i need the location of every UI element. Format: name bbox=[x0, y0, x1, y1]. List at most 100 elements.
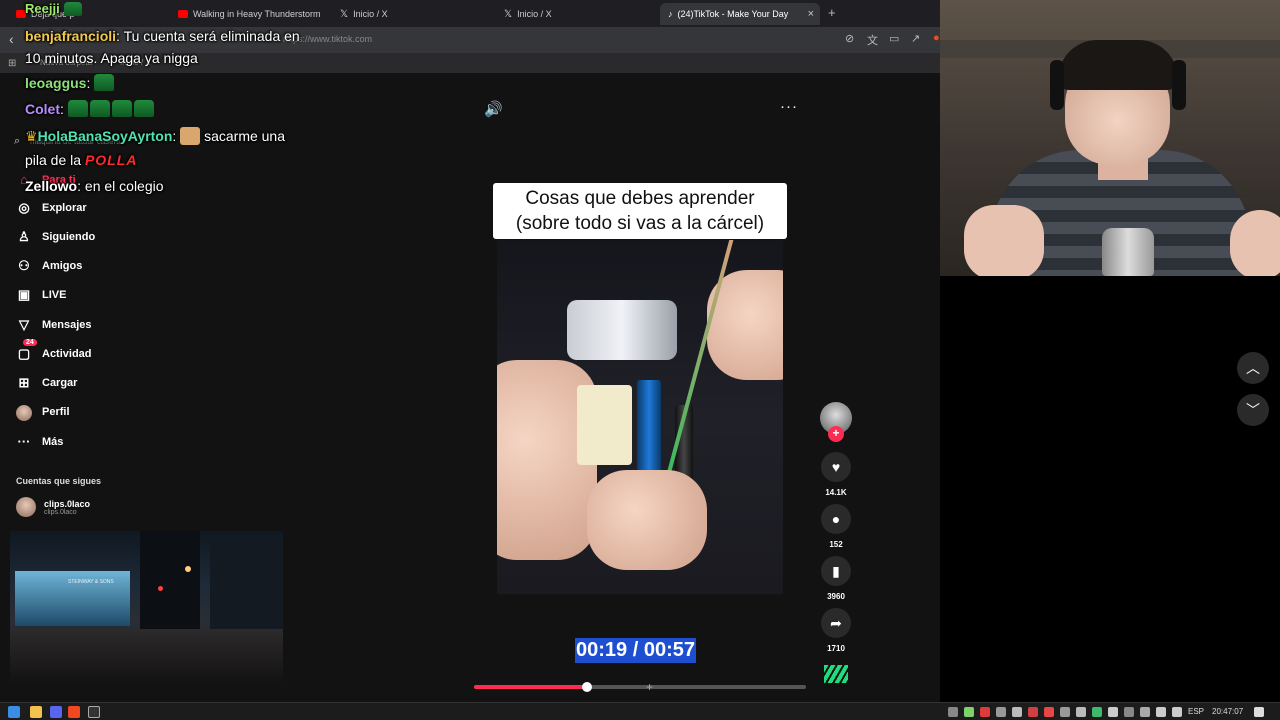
video-progress-bar[interactable] bbox=[474, 682, 806, 692]
x-icon: 𝕏 bbox=[340, 8, 349, 20]
tray-icon[interactable] bbox=[1028, 707, 1038, 717]
headset-icon bbox=[1172, 60, 1186, 110]
video-caption: Cosas que debes aprender (sobre todo si … bbox=[493, 183, 787, 239]
comment-count: 152 bbox=[829, 540, 843, 549]
tab-label: Deja que p bbox=[31, 9, 75, 19]
nav-siguiendo[interactable]: ♙ Siguiendo bbox=[16, 229, 95, 245]
cursor-icon: + bbox=[646, 680, 654, 694]
brave-icon[interactable] bbox=[68, 706, 80, 718]
nav-mas[interactable]: ··· Más bbox=[16, 434, 64, 449]
save-button[interactable]: ▮ 3960 bbox=[819, 556, 853, 601]
spotify-icon[interactable] bbox=[1092, 707, 1102, 717]
discord-icon[interactable] bbox=[50, 706, 62, 718]
traffic-light bbox=[158, 586, 163, 591]
back-arrow-icon[interactable]: ‹ bbox=[9, 31, 14, 47]
new-tab-button[interactable]: + bbox=[828, 5, 836, 20]
nav-explorar[interactable]: ◎ Explorar bbox=[16, 200, 86, 216]
tray-icon[interactable] bbox=[980, 707, 990, 717]
like-button[interactable]: ♥ 14.1K bbox=[819, 452, 853, 497]
nav-amigos[interactable]: ⚇ Amigos bbox=[16, 258, 82, 274]
nav-perfil[interactable]: Perfil bbox=[16, 404, 70, 421]
hand-bottom bbox=[587, 470, 707, 570]
profile-icon bbox=[16, 404, 32, 421]
nav-label: Mensajes bbox=[42, 319, 92, 331]
messages-icon: ▽ bbox=[19, 317, 29, 332]
tab-youtube-thunderstorm[interactable]: Walking in Heavy Thunderstorm bbox=[170, 3, 330, 25]
tab-youtube-deja[interactable]: Deja que p bbox=[8, 3, 168, 25]
nav-label: LIVE bbox=[42, 289, 67, 301]
tray-icon[interactable] bbox=[996, 707, 1006, 717]
browser-window: Deja que p Walking in Heavy Thunderstorm… bbox=[0, 0, 940, 702]
friends-icon: ⚇ bbox=[18, 258, 30, 273]
tray-icon[interactable] bbox=[1060, 707, 1070, 717]
tray-icon[interactable] bbox=[1076, 707, 1086, 717]
nav-actividad[interactable]: ▢ 24 Actividad bbox=[16, 339, 92, 362]
comment-button[interactable]: ● 152 bbox=[819, 504, 853, 549]
progress-knob[interactable] bbox=[581, 682, 592, 692]
tab-x-home-1[interactable]: 𝕏 Inicio / X bbox=[332, 3, 492, 25]
nav-live[interactable]: ▣ LIVE bbox=[16, 287, 67, 303]
tray-icon[interactable] bbox=[1108, 707, 1118, 717]
network-icon[interactable] bbox=[1156, 707, 1166, 717]
tab-tiktok[interactable]: ♪ (24)TikTok - Make Your Day × bbox=[660, 3, 820, 25]
more-options-icon[interactable]: ··· bbox=[780, 98, 798, 115]
nav-cargar[interactable]: ⊞ Cargar bbox=[16, 375, 78, 391]
cast-icon[interactable]: ▭ bbox=[889, 32, 899, 45]
bookmark-x[interactable]: Inicio / X bbox=[120, 58, 151, 67]
language-indicator[interactable]: ESP bbox=[1188, 707, 1204, 716]
building bbox=[140, 531, 200, 631]
chat-username: leoaggus bbox=[25, 75, 87, 91]
search-input[interactable]: máquina de tatuar casera bbox=[30, 137, 121, 146]
comment-icon: ● bbox=[821, 504, 851, 534]
file-explorer-icon[interactable] bbox=[30, 706, 42, 718]
nvidia-icon[interactable] bbox=[964, 707, 974, 717]
nav-label: Actividad bbox=[42, 348, 92, 360]
nav-label: Perfil bbox=[42, 406, 70, 419]
bookmark-folder[interactable]: Nueva carpeta bbox=[40, 58, 92, 67]
clock[interactable]: 20:47:07 bbox=[1212, 707, 1243, 716]
video-frame[interactable] bbox=[497, 240, 783, 594]
pepe-emote-icon bbox=[67, 100, 88, 117]
volume-tray-icon[interactable] bbox=[1172, 707, 1182, 717]
chat-emphasis: POLLA bbox=[84, 152, 138, 168]
next-video-button[interactable]: ﹀ bbox=[1237, 394, 1269, 426]
windows-start-icon[interactable] bbox=[8, 706, 20, 718]
follow-plus-icon[interactable]: + bbox=[828, 426, 844, 442]
tray-icon[interactable] bbox=[1140, 707, 1150, 717]
upload-icon: ⊞ bbox=[18, 375, 30, 390]
tab-x-home-2[interactable]: 𝕏 Inicio / X bbox=[496, 3, 656, 25]
apps-icon[interactable]: ⊞ bbox=[8, 58, 16, 69]
previous-video-button[interactable]: ︿ bbox=[1237, 352, 1269, 384]
nav-label: Siguiendo bbox=[42, 231, 96, 243]
caption-line: Cosas que debes aprender bbox=[525, 188, 755, 209]
extension-icon[interactable]: ⊘ bbox=[845, 32, 854, 45]
tab-label: (24)TikTok - Make Your Day bbox=[677, 9, 789, 19]
live-icon: ▣ bbox=[17, 287, 31, 302]
street-light bbox=[185, 566, 191, 572]
nav-mensajes[interactable]: ▽ Mensajes bbox=[16, 317, 92, 333]
search-icon[interactable]: ⌕ bbox=[14, 135, 20, 148]
notification-badge: 24 bbox=[23, 339, 37, 346]
tray-icon[interactable] bbox=[1044, 707, 1054, 717]
share-button[interactable]: ➦ 1710 bbox=[819, 608, 853, 653]
following-icon: ♙ bbox=[18, 229, 30, 244]
switch bbox=[577, 385, 632, 465]
address-bar[interactable]: https://www.tiktok.com bbox=[283, 34, 372, 44]
sound-disc-icon[interactable] bbox=[824, 665, 848, 683]
share-count: 1710 bbox=[827, 644, 845, 653]
brave-icon[interactable]: ● bbox=[933, 32, 940, 44]
nav-para-ti[interactable]: ⌂ Para ti bbox=[16, 172, 76, 187]
translate-icon[interactable]: 文 bbox=[867, 32, 878, 48]
close-tab-icon[interactable]: × bbox=[808, 8, 814, 20]
obs-icon[interactable] bbox=[88, 706, 100, 718]
caption-line: (sobre todo si vas a la cárcel) bbox=[515, 213, 765, 234]
tab-label: Walking in Heavy Thunderstorm bbox=[193, 9, 321, 19]
notifications-icon[interactable] bbox=[1254, 707, 1264, 717]
volume-icon[interactable]: 🔊 bbox=[484, 100, 503, 118]
tray-icon[interactable] bbox=[1012, 707, 1022, 717]
tray-icon[interactable] bbox=[948, 707, 958, 717]
following-account[interactable]: clips.0laco clips.0laco bbox=[16, 497, 90, 517]
share-icon[interactable]: ↗ bbox=[911, 32, 920, 45]
rain-street-video: STEINWAY & SONS bbox=[10, 531, 283, 684]
tray-icon[interactable] bbox=[1124, 707, 1134, 717]
